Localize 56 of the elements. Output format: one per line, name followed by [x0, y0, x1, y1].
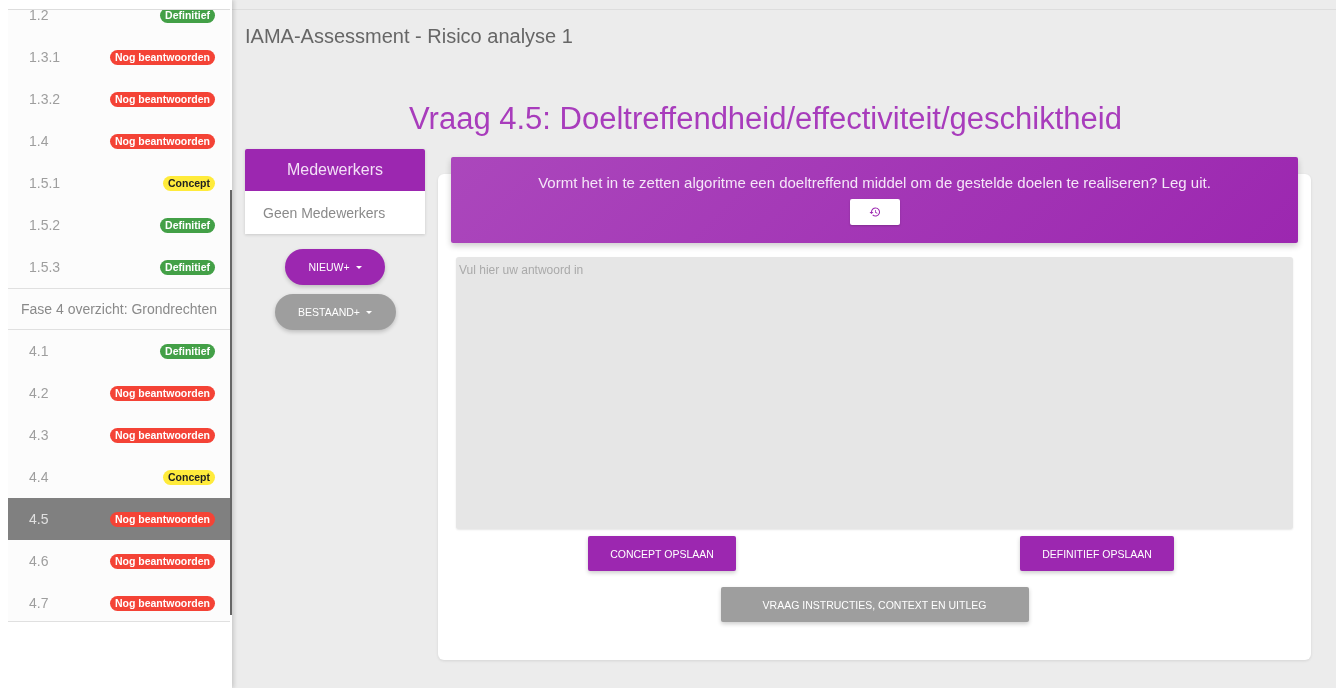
question-list-item[interactable]: 4.7 Nog beantwoorden — [8, 582, 230, 621]
scrollbar-thumb[interactable] — [230, 190, 232, 615]
status-badge: Concept — [163, 469, 215, 485]
status-badge: Concept — [163, 175, 215, 191]
question-number: 4.2 — [29, 385, 49, 401]
question-number: 1.4 — [29, 133, 49, 149]
question-number: 4.1 — [29, 343, 49, 359]
question-list-item[interactable]: 1.2 Definitief — [8, 10, 230, 36]
save-final-button[interactable]: DEFINITIEF OPSLAAN — [1020, 536, 1174, 571]
question-list-item[interactable]: 4.1 Definitief — [8, 330, 230, 372]
question-list-item[interactable]: 1.5.2 Definitief — [8, 204, 230, 246]
question-number: 4.3 — [29, 427, 49, 443]
question-list-item[interactable]: 1.3.1 Nog beantwoorden — [8, 36, 230, 78]
history-icon — [868, 206, 881, 218]
question-text: Vormt het in te zetten algoritme een doeltreffend middel om de gestelde doelen te realiseren? Leg uit. — [538, 174, 1211, 191]
status-badge: Definitief — [160, 343, 215, 359]
status-badge: Definitief — [160, 10, 215, 23]
question-number: 1.3.2 — [29, 91, 61, 107]
status-badge: Definitief — [160, 259, 215, 275]
status-badge: Nog beantwoorden — [109, 133, 215, 149]
history-button[interactable] — [849, 199, 900, 225]
status-badge: Nog beantwoorden — [109, 49, 215, 65]
status-badge: Nog beantwoorden — [109, 511, 215, 527]
empty-message: Geen Medewerkers — [245, 191, 425, 234]
panel-header: Medewerkers — [245, 149, 425, 191]
status-badge: Definitief — [160, 217, 215, 233]
question-list-item[interactable]: 1.4 Nog beantwoorden — [8, 120, 230, 162]
question-list-item[interactable]: 1.5.3 Definitief — [8, 246, 230, 288]
question-list-item[interactable]: 4.3 Nog beantwoorden — [8, 414, 230, 456]
question-heading: Vraag 4.5: Doeltreffendheid/effectiviteit/geschiktheid — [408, 101, 1123, 137]
question-number: 1.2 — [29, 10, 49, 23]
question-list-item[interactable]: 4.6 Nog beantwoorden — [8, 540, 230, 582]
section-header: Fase 4 overzicht: Grondrechten — [8, 288, 230, 330]
status-badge: Nog beantwoorden — [109, 595, 215, 611]
status-badge: Nog beantwoorden — [109, 553, 215, 569]
question-list-item[interactable]: 4.5 Nog beantwoorden — [8, 498, 230, 540]
question-list-item[interactable]: 1.3.2 Nog beantwoorden — [8, 78, 230, 120]
question-number: 4.6 — [29, 553, 49, 569]
existing-dropdown-button[interactable]: BESTAAND+ — [274, 294, 396, 330]
question-number: 4.5 — [29, 511, 49, 527]
status-badge: Nog beantwoorden — [109, 385, 215, 401]
question-number: 1.5.3 — [29, 259, 61, 275]
question-list-item[interactable]: 4.2 Nog beantwoorden — [8, 372, 230, 414]
instructions-button[interactable]: VRAAG INSTRUCTIES, CONTEXT EN UITLEG — [720, 587, 1029, 622]
app-title: IAMA-Assessment - Risico analyse 1 — [245, 25, 574, 48]
question-list-item[interactable]: 1.5.1 Concept — [8, 162, 230, 204]
question-number: 1.5.1 — [29, 175, 61, 191]
question-number: 4.4 — [29, 469, 49, 485]
question-number: 4.7 — [29, 595, 49, 611]
status-badge: Nog beantwoorden — [109, 427, 215, 443]
new-dropdown-button[interactable]: NIEUW+ — [285, 249, 385, 285]
question-number: 1.3.1 — [29, 49, 61, 65]
status-badge: Nog beantwoorden — [109, 91, 215, 107]
question-list-item[interactable]: 4.4 Concept — [8, 456, 230, 498]
question-number: 1.5.2 — [29, 217, 61, 233]
save-concept-button[interactable]: CONCEPT OPSLAAN — [588, 536, 736, 571]
